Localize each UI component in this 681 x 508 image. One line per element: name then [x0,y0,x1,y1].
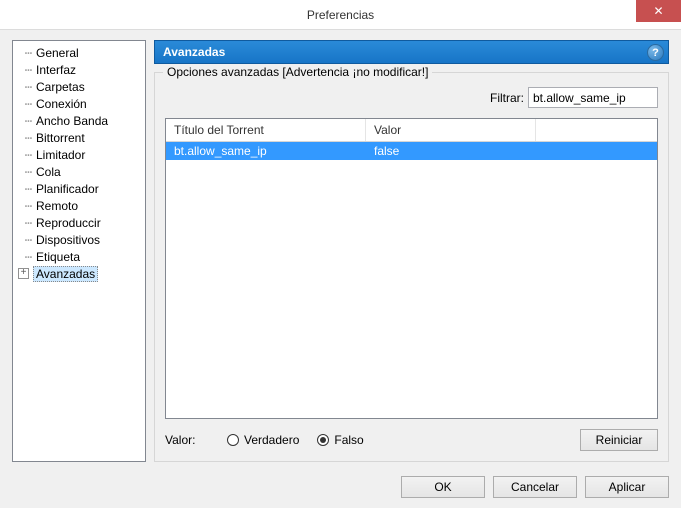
sidebar-item-avanzadas[interactable]: +Avanzadas [15,265,143,282]
ok-button[interactable]: OK [401,476,485,498]
reset-button[interactable]: Reiniciar [580,429,658,451]
help-icon[interactable]: ? [647,44,664,61]
cell-title: bt.allow_same_ip [166,144,366,158]
cell-value: false [366,144,536,158]
sidebar-item-general[interactable]: ⋯General [15,44,143,61]
panel-title: Avanzadas [163,45,225,59]
table-row[interactable]: bt.allow_same_ip false [166,142,657,160]
close-button[interactable]: ✕ [636,0,681,22]
sidebar-item-etiqueta[interactable]: ⋯Etiqueta [15,248,143,265]
close-icon: ✕ [653,4,663,18]
value-label: Valor: [165,433,209,447]
sidebar-item-cola[interactable]: ⋯Cola [15,163,143,180]
column-spacer [536,119,657,141]
radio-false[interactable]: Falso [317,433,363,447]
column-title[interactable]: Título del Torrent [166,119,366,141]
sidebar-item-limitador[interactable]: ⋯Limitador [15,146,143,163]
radio-icon [317,434,329,446]
column-value[interactable]: Valor [366,119,536,141]
window-title: Preferencias [307,8,374,22]
radio-true[interactable]: Verdadero [227,433,299,447]
filter-label: Filtrar: [490,91,524,105]
expand-icon[interactable]: + [18,268,29,279]
sidebar-item-carpetas[interactable]: ⋯Carpetas [15,78,143,95]
sidebar-item-bittorrent[interactable]: ⋯Bittorrent [15,129,143,146]
sidebar-item-conexion[interactable]: ⋯Conexión [15,95,143,112]
table-header: Título del Torrent Valor [166,119,657,142]
cancel-button[interactable]: Cancelar [493,476,577,498]
sidebar-item-remoto[interactable]: ⋯Remoto [15,197,143,214]
advanced-options-group: Opciones avanzadas [Advertencia ¡no modi… [154,72,669,462]
panel-header: Avanzadas ? [154,40,669,64]
category-tree[interactable]: ⋯General ⋯Interfaz ⋯Carpetas ⋯Conexión ⋯… [12,40,146,462]
filter-input[interactable] [528,87,658,108]
options-table[interactable]: Título del Torrent Valor bt.allow_same_i… [165,118,658,419]
group-legend: Opciones avanzadas [Advertencia ¡no modi… [163,65,432,79]
sidebar-item-dispositivos[interactable]: ⋯Dispositivos [15,231,143,248]
sidebar-item-reproducir[interactable]: ⋯Reproduccir [15,214,143,231]
radio-icon [227,434,239,446]
sidebar-item-ancho-banda[interactable]: ⋯Ancho Banda [15,112,143,129]
sidebar-item-interfaz[interactable]: ⋯Interfaz [15,61,143,78]
apply-button[interactable]: Aplicar [585,476,669,498]
sidebar-item-planificador[interactable]: ⋯Planificador [15,180,143,197]
